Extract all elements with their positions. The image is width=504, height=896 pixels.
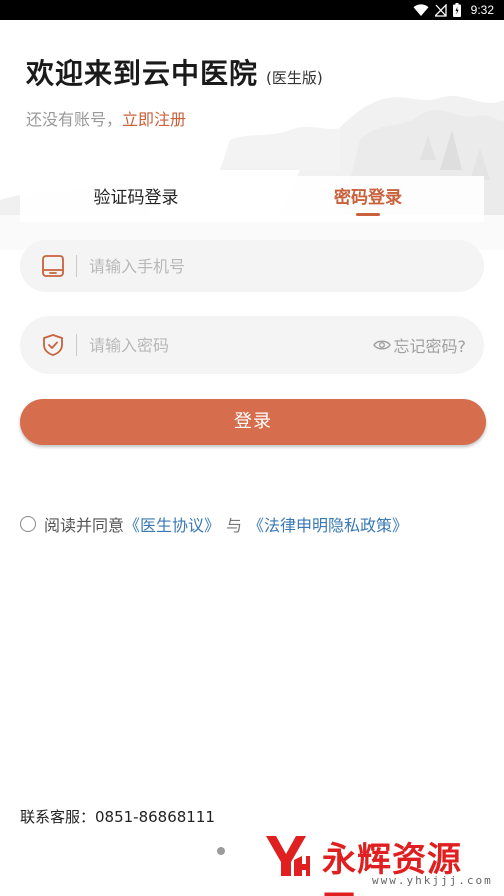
phone-input[interactable] <box>89 256 339 276</box>
field-divider <box>76 255 77 277</box>
tab-sms-login[interactable]: 验证码登录 <box>20 176 252 222</box>
forgot-password-link[interactable]: 忘记密码? <box>372 316 467 374</box>
phone-field <box>20 240 484 292</box>
agreement-and: 与 <box>226 516 243 535</box>
title-row: 欢迎来到云中医院 (医生版) <box>26 52 323 92</box>
page-title: 欢迎来到云中医院 <box>26 57 259 90</box>
tab-label: 验证码登录 <box>93 188 179 208</box>
password-field: 忘记密码? <box>20 316 484 374</box>
status-bar: 9:32 <box>0 0 504 20</box>
register-prompt: 还没有账号， <box>26 110 123 129</box>
forgot-password-label: 忘记密码? <box>393 337 467 356</box>
page-subtitle: (医生版) <box>266 69 323 87</box>
tab-label: 密码登录 <box>334 188 402 208</box>
status-time: 9:32 <box>470 3 494 17</box>
watermark: 永辉资源网 www.yhkjjj.com <box>256 830 496 896</box>
eye-icon <box>372 340 391 350</box>
register-link[interactable]: 立即注册 <box>122 110 186 129</box>
battery-icon <box>452 3 461 17</box>
shield-icon <box>40 332 66 358</box>
legal-policy-link[interactable]: 《法律申明隐私政策》 <box>248 512 408 536</box>
tablet-icon <box>40 253 66 279</box>
page-indicator-dot <box>217 847 225 855</box>
agreement-radio[interactable] <box>20 516 36 532</box>
tab-password-login[interactable]: 密码登录 <box>252 176 484 222</box>
doctor-agreement-link[interactable]: 《医生协议》 <box>124 512 220 536</box>
active-tab-indicator <box>356 213 380 216</box>
register-row: 还没有账号，立即注册 <box>26 106 186 130</box>
password-input[interactable] <box>89 335 339 355</box>
status-icons: 9:32 <box>413 2 494 18</box>
login-tabs: 验证码登录 密码登录 <box>20 176 484 222</box>
agreement-prefix: 阅读并同意 <box>44 516 125 535</box>
watermark-url: www.yhkjjj.com <box>372 874 493 887</box>
signal-icon <box>434 3 447 17</box>
watermark-logo <box>266 836 310 876</box>
field-divider <box>76 334 77 356</box>
wifi-icon <box>413 3 429 16</box>
login-button[interactable]: 登录 <box>20 399 486 445</box>
agreement-row: 阅读并同意 《医生协议》 与 《法律申明隐私政策》 <box>20 512 408 536</box>
customer-service-contact: 联系客服：0851-86868111 <box>20 808 215 826</box>
